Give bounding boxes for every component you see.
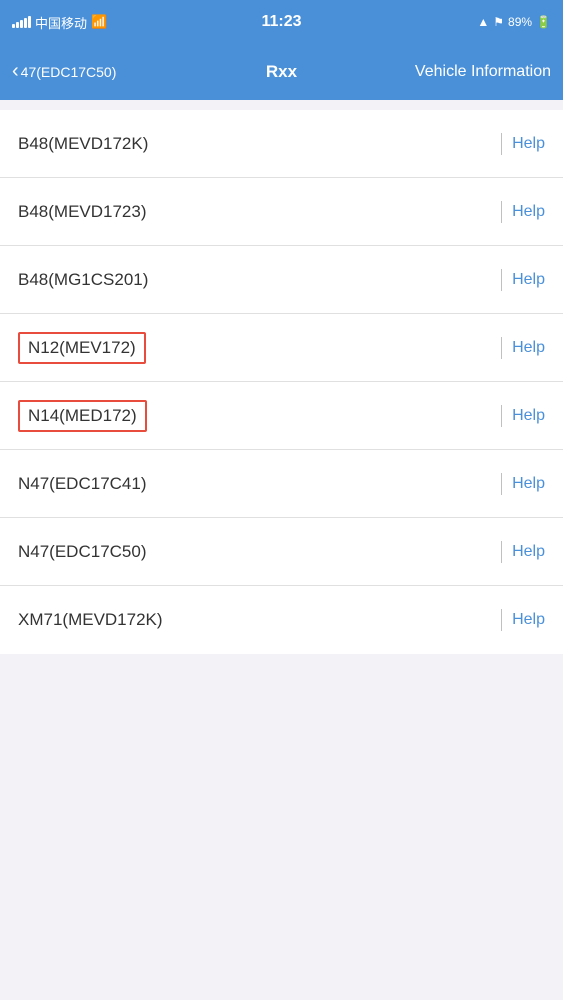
list-item[interactable]: N12(MEV172) Help <box>0 314 563 382</box>
nav-center-label: Rxx <box>266 62 297 82</box>
list-item-right: Help <box>501 133 545 155</box>
vehicle-list: B48(MEVD172K)HelpB48(MEVD1723)HelpB48(MG… <box>0 110 563 654</box>
list-item-label: N12(MEV172) <box>18 332 146 364</box>
list-item[interactable]: N14(MED172) Help <box>0 382 563 450</box>
list-item-right: Help <box>501 201 545 223</box>
list-item-right: Help <box>501 609 545 631</box>
carrier-label: 中国移动 <box>35 13 87 32</box>
list-item-divider <box>501 269 502 291</box>
help-button[interactable]: Help <box>512 475 545 493</box>
list-item[interactable]: XM71(MEVD172K) Help <box>0 586 563 654</box>
signal-icon <box>12 16 31 28</box>
list-item-label: N14(MED172) <box>18 400 147 432</box>
list-item-divider <box>501 473 502 495</box>
status-bar: 中国移动 📶 11:23 ▲ ⚑ 89% 🔋 <box>0 0 563 44</box>
list-item-divider <box>501 201 502 223</box>
list-item[interactable]: B48(MEVD172K) Help <box>0 110 563 178</box>
help-button[interactable]: Help <box>512 611 545 629</box>
list-item-divider <box>501 541 502 563</box>
battery-label: 89% <box>508 15 532 29</box>
list-item-label: B48(MEVD172K) <box>18 134 148 154</box>
battery-icon: 🔋 <box>536 15 551 29</box>
nav-back-button[interactable]: ‹ 47(EDC17C50) <box>12 61 116 83</box>
list-item-right: Help <box>501 269 545 291</box>
list-item-divider <box>501 133 502 155</box>
list-item-divider <box>501 609 502 631</box>
list-item-right: Help <box>501 473 545 495</box>
nav-back-label: 47(EDC17C50) <box>21 64 117 80</box>
list-item[interactable]: N47(EDC17C41) Help <box>0 450 563 518</box>
help-button[interactable]: Help <box>512 135 545 153</box>
list-item[interactable]: B48(MEVD1723) Help <box>0 178 563 246</box>
list-item-label: B48(MEVD1723) <box>18 202 147 222</box>
list-item-label: B48(MG1CS201) <box>18 270 148 290</box>
help-button[interactable]: Help <box>512 407 545 425</box>
nav-bar: ‹ 47(EDC17C50) Rxx Vehicle Information <box>0 44 563 100</box>
list-item-right: Help <box>501 337 545 359</box>
help-button[interactable]: Help <box>512 543 545 561</box>
list-item-right: Help <box>501 405 545 427</box>
alarm-icon: ⚑ <box>493 15 504 29</box>
status-time: 11:23 <box>261 13 301 31</box>
location-icon: ▲ <box>477 15 489 29</box>
list-item-divider <box>501 337 502 359</box>
list-item-right: Help <box>501 541 545 563</box>
help-button[interactable]: Help <box>512 203 545 221</box>
list-item[interactable]: B48(MG1CS201) Help <box>0 246 563 314</box>
help-button[interactable]: Help <box>512 271 545 289</box>
list-item[interactable]: N47(EDC17C50) Help <box>0 518 563 586</box>
wifi-icon: 📶 <box>91 14 107 30</box>
list-item-label: N47(EDC17C41) <box>18 474 147 494</box>
list-item-divider <box>501 405 502 427</box>
nav-right-label: Vehicle Information <box>415 63 551 81</box>
list-item-label: N47(EDC17C50) <box>18 542 147 562</box>
help-button[interactable]: Help <box>512 339 545 357</box>
back-arrow-icon: ‹ <box>12 61 19 83</box>
status-right: ▲ ⚑ 89% 🔋 <box>477 15 551 29</box>
list-item-label: XM71(MEVD172K) <box>18 610 163 630</box>
status-left: 中国移动 📶 <box>12 13 107 32</box>
